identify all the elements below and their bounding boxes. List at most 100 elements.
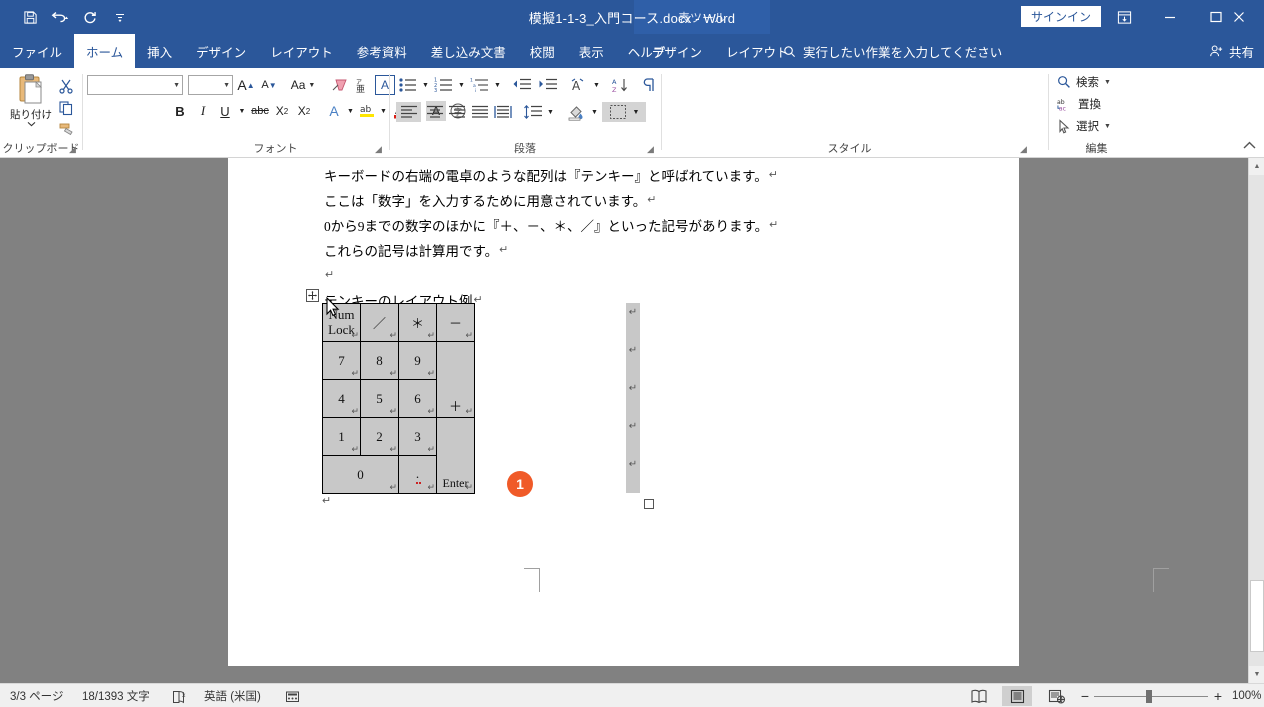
tab-design[interactable]: デザイン (184, 34, 258, 68)
find-button[interactable]: 検索 ▼ (1057, 74, 1111, 90)
borders-icon[interactable]: ▼ (602, 102, 646, 122)
tab-mailings[interactable]: 差し込み文書 (419, 34, 518, 68)
paragraph-dialog-launcher[interactable]: ◢ (645, 144, 656, 155)
align-left-icon[interactable] (396, 102, 421, 122)
zoom-level-label[interactable]: 100% (1232, 690, 1261, 702)
paste-button[interactable]: 貼り付け (8, 74, 54, 140)
scroll-track[interactable] (1249, 175, 1264, 666)
clear-formatting-icon[interactable] (329, 75, 351, 95)
font-dialog-launcher[interactable]: ◢ (373, 144, 384, 155)
grow-font-icon[interactable]: A ▲ (235, 75, 257, 95)
align-right-icon[interactable] (444, 102, 469, 122)
sort-icon[interactable]: AZ (609, 75, 633, 95)
ribbon: 貼り付け クリップボード ◢ ▼ ▼ A ▲ A ▼ Aa ▼ ア 亜 A B … (0, 68, 1264, 158)
zoom-thumb[interactable] (1146, 689, 1152, 703)
format-painter-icon[interactable] (55, 120, 77, 140)
zoom-out-button[interactable]: − (1076, 688, 1094, 704)
tell-me-box[interactable]: 実行したい作業を入力してください (783, 34, 1002, 68)
increase-indent-icon[interactable] (536, 75, 560, 95)
asian-layout-dropdown-icon[interactable]: ▼ (591, 75, 602, 95)
view-web-layout[interactable] (1042, 686, 1072, 706)
editing-group-label: 編集 (1085, 143, 1108, 155)
svg-text:亜: 亜 (356, 84, 365, 94)
share-button[interactable]: 共有 (1209, 34, 1254, 68)
paste-label: 貼り付け (10, 109, 52, 121)
minimize-icon[interactable] (1147, 0, 1193, 34)
tab-layout[interactable]: レイアウト (258, 34, 345, 68)
shading-icon[interactable] (565, 102, 589, 122)
underline-dropdown-icon[interactable]: ▼ (236, 101, 248, 121)
tab-review[interactable]: 校閲 (518, 34, 567, 68)
multilevel-list-icon[interactable]: 1ai (468, 75, 492, 95)
scroll-up-icon[interactable]: ▲ (1249, 158, 1264, 175)
copy-icon[interactable] (55, 98, 77, 118)
bullets-icon[interactable] (396, 75, 420, 95)
tab-insert[interactable]: 挿入 (135, 34, 184, 68)
justify-icon[interactable] (467, 102, 492, 122)
ribbon-display-options-icon[interactable] (1101, 0, 1147, 34)
view-print-layout[interactable] (1002, 686, 1032, 706)
scroll-thumb[interactable] (1250, 580, 1264, 652)
text-effects-dropdown-icon[interactable]: ▼ (345, 101, 356, 121)
zoom-track[interactable] (1094, 689, 1208, 703)
tab-table-design[interactable]: デザイン (640, 34, 714, 68)
save-icon[interactable] (16, 4, 44, 30)
tab-view[interactable]: 表示 (567, 34, 616, 68)
vertical-scrollbar[interactable]: ▲ ▼ (1248, 158, 1264, 683)
italic-icon[interactable]: I (192, 101, 214, 121)
page-indicator[interactable]: 3/3 ページ (10, 684, 63, 707)
numbering-dropdown-icon[interactable]: ▼ (456, 75, 467, 95)
shrink-font-icon[interactable]: A ▼ (258, 75, 280, 95)
tab-references[interactable]: 参考資料 (345, 34, 419, 68)
distribute-icon[interactable] (490, 102, 515, 122)
undo-icon[interactable] (46, 4, 74, 30)
font-name-combo[interactable]: ▼ (87, 75, 183, 95)
decrease-indent-icon[interactable] (510, 75, 534, 95)
document-page[interactable]: キーボードの右端の電卓のような配列は『テンキー』と呼ばれています。 ↵ ここは「数… (228, 158, 1169, 666)
cut-icon[interactable] (55, 76, 77, 96)
redo-icon[interactable] (76, 4, 104, 30)
text-effects-icon[interactable]: A (323, 101, 345, 121)
phonetic-guide-icon[interactable]: ア亜 (351, 75, 373, 95)
replace-button[interactable]: ab ac 置換 (1057, 96, 1101, 112)
font-size-combo[interactable]: ▼ (188, 75, 233, 95)
ribbon-group-editing: 検索 ▼ ab ac 置換 選択 ▼ 編集 (1049, 68, 1144, 158)
language-indicator[interactable]: 英語 (米国) (204, 684, 261, 707)
multilevel-list-dropdown-icon[interactable]: ▼ (492, 75, 503, 95)
asian-layout-icon[interactable]: A (567, 75, 591, 95)
subscript-icon[interactable]: X2 (271, 101, 293, 121)
line-spacing-dropdown-icon[interactable]: ▼ (545, 102, 556, 122)
sign-in-button[interactable]: サインイン (1020, 6, 1101, 27)
collapse-ribbon-icon[interactable] (1240, 137, 1258, 153)
scroll-down-icon[interactable]: ▼ (1249, 666, 1264, 683)
numbering-icon[interactable]: 123 (432, 75, 456, 95)
text-highlight-icon[interactable]: ab (356, 101, 378, 121)
zoom-in-button[interactable]: + (1208, 688, 1228, 704)
word-count[interactable]: 18/1393 文字 (82, 684, 150, 707)
view-read-mode[interactable] (964, 686, 994, 706)
clipboard-dialog-launcher[interactable]: ◢ (67, 144, 78, 155)
document-body[interactable]: キーボードの右端の電卓のような配列は『テンキー』と呼ばれています。 ↵ ここは「数… (324, 162, 944, 312)
close-icon[interactable] (1216, 0, 1262, 34)
underline-icon[interactable]: U (214, 101, 236, 121)
tab-home[interactable]: ホーム (74, 34, 136, 68)
macro-record-icon[interactable] (285, 684, 300, 707)
show-marks-icon[interactable] (638, 75, 662, 95)
table-move-handle[interactable] (306, 289, 319, 302)
shading-dropdown-icon[interactable]: ▼ (589, 102, 600, 122)
select-button[interactable]: 選択 ▼ (1057, 118, 1111, 134)
bullets-dropdown-icon[interactable]: ▼ (420, 75, 431, 95)
proofing-errors-icon[interactable]: x (172, 684, 188, 707)
table-resize-handle[interactable] (644, 499, 654, 509)
customize-qat-icon[interactable] (106, 4, 134, 30)
document-canvas[interactable]: キーボードの右端の電卓のような配列は『テンキー』と呼ばれています。 ↵ ここは「数… (0, 158, 1248, 683)
bold-icon[interactable]: B (169, 101, 191, 121)
zoom-control[interactable]: − + 100% (1076, 684, 1262, 707)
change-case-icon[interactable]: Aa ▼ (286, 75, 320, 95)
line-spacing-icon[interactable] (521, 102, 545, 122)
tab-file[interactable]: ファイル (0, 34, 74, 68)
styles-dialog-launcher[interactable]: ◢ (1018, 144, 1029, 155)
text-highlight-dropdown-icon[interactable]: ▼ (378, 101, 389, 121)
strikethrough-icon[interactable]: abc (249, 101, 271, 121)
superscript-icon[interactable]: X2 (293, 101, 315, 121)
